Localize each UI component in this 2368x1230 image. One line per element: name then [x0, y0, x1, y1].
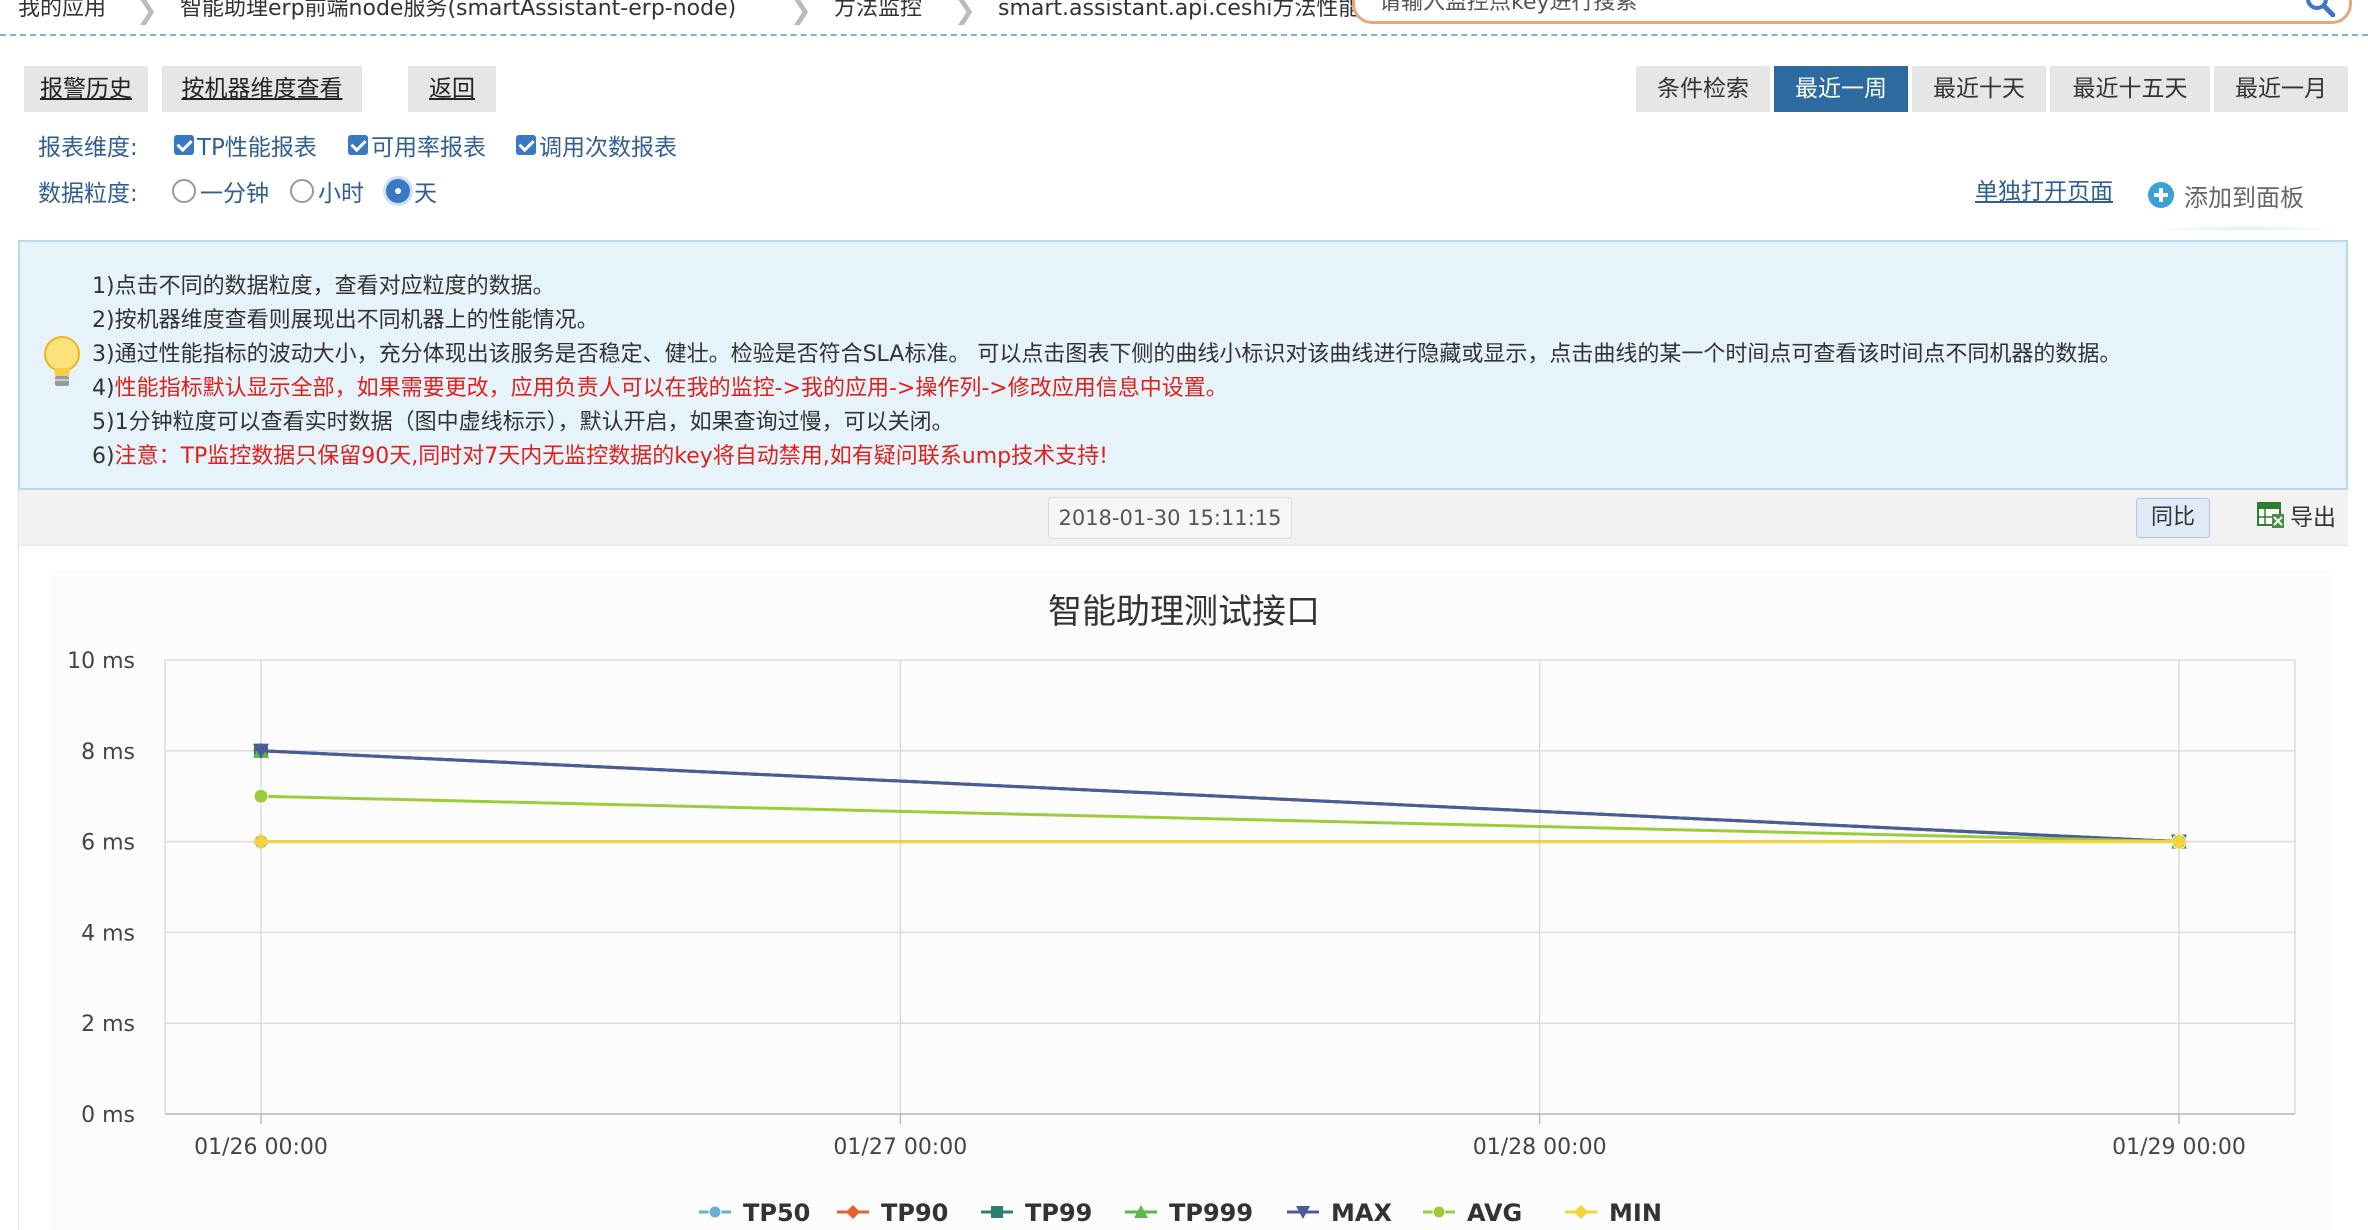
legend-marker-avg	[1432, 1205, 1446, 1219]
legend-label-tp50: TP50	[743, 1199, 810, 1227]
granularity-label: 数据粒度:	[38, 181, 138, 207]
radio-icon	[290, 179, 314, 203]
legend-label-tp999: TP999	[1169, 1199, 1253, 1227]
yoy-compare-button[interactable]: 同比	[2136, 498, 2210, 538]
breadcrumb-item-method-monitor[interactable]: 方法监控	[834, 0, 922, 24]
y-tick-label: 0 ms	[81, 1103, 135, 1128]
legend-label-avg: AVG	[1467, 1199, 1522, 1227]
data-point-avg	[253, 788, 269, 804]
chart-background	[51, 570, 2331, 1230]
checkbox-checked-icon	[516, 135, 536, 155]
excel-export-icon	[2257, 502, 2284, 528]
call-count-report-checkbox[interactable]: 调用次数报表	[516, 128, 677, 162]
export-button[interactable]: 导出	[2256, 498, 2336, 532]
tp-report-checkbox[interactable]: TP性能报表	[174, 128, 317, 162]
granularity-hour-radio[interactable]: 小时	[290, 174, 364, 208]
alarm-history-button[interactable]: 报警历史	[24, 66, 148, 112]
breadcrumb-item-app[interactable]: 智能助理erp前端node服务(smartAssistant-erp-node)	[180, 0, 736, 24]
notice-line-4: 4)性能指标默认显示全部，如果需要更改，应用负责人可以在我的监控->我的应用->…	[92, 376, 1228, 401]
breadcrumb-item-my-apps[interactable]: 我的应用	[18, 0, 106, 24]
x-tick-label: 01/28 00:00	[1473, 1135, 1607, 1160]
legend-label-tp99: TP99	[1025, 1199, 1092, 1227]
report-dimension-label: 报表维度:	[38, 135, 138, 161]
search-input[interactable]	[1355, 0, 2349, 21]
checkbox-checked-icon	[348, 135, 368, 155]
back-button[interactable]: 返回	[408, 66, 496, 112]
condition-search-button[interactable]: 条件检索	[1636, 66, 1770, 112]
granularity-minute-radio[interactable]: 一分钟	[172, 174, 269, 208]
notice-line-1: 1)点击不同的数据粒度，查看对应粒度的数据。	[92, 274, 555, 299]
add-to-panel-label: 添加到面板	[2184, 184, 2304, 212]
legend-label-tp90: TP90	[881, 1199, 948, 1227]
range-last-15-days-button[interactable]: 最近十五天	[2050, 66, 2210, 112]
legend-marker-tp99	[991, 1206, 1003, 1218]
legend-marker-tp50	[708, 1205, 722, 1219]
x-tick-label: 01/26 00:00	[194, 1135, 328, 1160]
tp-performance-chart: 智能助理测试接口 0 ms 2 ms 4 ms 6 ms 8 ms 10 ms 01/26…	[51, 570, 2331, 1230]
notice-line-3: 3)通过性能指标的波动大小，充分体现出该服务是否稳定、健壮。检验是否符合SLA标…	[92, 342, 2122, 367]
y-tick-label: 4 ms	[81, 921, 135, 946]
chart-area: 智能助理测试接口 0 ms 2 ms 4 ms 6 ms 8 ms 10 ms 01/26…	[18, 546, 2348, 1230]
legend-label-max: MAX	[1331, 1199, 1392, 1227]
timestamp-chip: 2018-01-30 15:11:15	[1048, 497, 1292, 539]
notice-panel: 1)点击不同的数据粒度，查看对应粒度的数据。 2)按机器维度查看则展现出不同机器…	[18, 240, 2348, 490]
lightbulb-icon	[44, 336, 80, 386]
y-tick-label: 8 ms	[81, 740, 135, 765]
granularity-day-radio[interactable]: 天	[386, 174, 437, 208]
notice-line-5: 5)1分钟粒度可以查看实时数据（图中虚线标示），默认开启，如果查询过慢，可以关闭…	[92, 410, 954, 435]
radio-selected-icon	[386, 179, 410, 203]
view-by-machine-button[interactable]: 按机器维度查看	[162, 66, 362, 112]
radio-icon	[172, 179, 196, 203]
add-to-panel-button[interactable]: 添加到面板	[2140, 168, 2350, 230]
breadcrumb-item-method: smart.assistant.api.ceshi方法性能	[998, 0, 1361, 21]
y-tick-label: 6 ms	[81, 831, 135, 856]
availability-report-checkbox[interactable]: 可用率报表	[348, 128, 486, 162]
notice-line-6: 6)注意：TP监控数据只保留90天,同时对7天内无监控数据的key将自动禁用,如…	[92, 444, 1108, 469]
y-tick-label: 10 ms	[67, 649, 135, 674]
breadcrumb-separator-icon: ❯	[790, 0, 812, 26]
range-last-month-button[interactable]: 最近一月	[2214, 66, 2348, 112]
range-last-week-button[interactable]: 最近一周	[1774, 66, 1908, 112]
open-page-link[interactable]: 单独打开页面	[1975, 172, 2113, 206]
checkbox-checked-icon	[174, 135, 194, 155]
breadcrumb-separator-icon: ❯	[136, 0, 158, 26]
chart-title: 智能助理测试接口	[1048, 592, 1320, 632]
legend-label-min: MIN	[1609, 1199, 1662, 1227]
y-tick-label: 2 ms	[81, 1012, 135, 1037]
search-icon[interactable]	[2305, 0, 2335, 17]
notice-line-2: 2)按机器维度查看则展现出不同机器上的性能情况。	[92, 308, 599, 333]
breadcrumb-separator-icon: ❯	[954, 0, 976, 26]
range-last-10-days-button[interactable]: 最近十天	[1912, 66, 2046, 112]
search-box	[1352, 0, 2352, 24]
x-tick-label: 01/27 00:00	[833, 1135, 967, 1160]
add-icon	[2148, 182, 2174, 208]
x-tick-label: 01/29 00:00	[2112, 1135, 2246, 1160]
